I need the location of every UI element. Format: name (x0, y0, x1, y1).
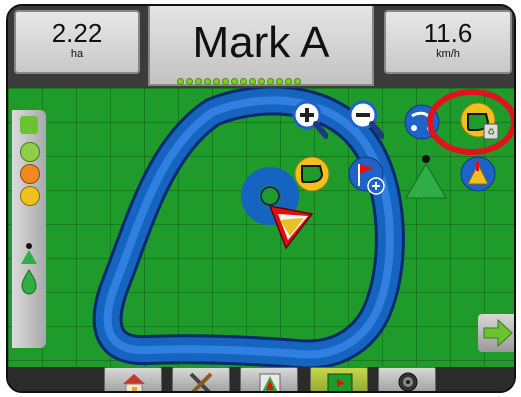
led (240, 78, 247, 85)
area-readout[interactable]: 2.22 ha (14, 10, 140, 74)
guidance-screen: ♻ 2.22 ha Mark A 11.6 km/h (6, 4, 516, 393)
led (258, 78, 265, 85)
zoom-in-button[interactable] (292, 100, 328, 139)
led (276, 78, 283, 85)
mark-a-button[interactable] (404, 154, 448, 200)
tab-tools[interactable] (172, 367, 230, 391)
section-icon[interactable] (20, 164, 40, 184)
mark-b-icon (460, 156, 496, 192)
home-icon (123, 374, 145, 391)
led (249, 78, 256, 85)
title-panel: Mark A (148, 6, 374, 86)
arrow-right-icon (483, 318, 513, 348)
led (186, 78, 193, 85)
bottom-tab-bar (8, 367, 514, 391)
boom-status-icon[interactable] (20, 142, 40, 162)
led (195, 78, 202, 85)
led (204, 78, 211, 85)
led (294, 78, 301, 85)
camera-icon (398, 372, 418, 391)
tab-guidance[interactable] (240, 367, 298, 391)
top-status-bar: 2.22 ha Mark A 11.6 km/h (8, 6, 514, 88)
mark-b-button[interactable] (460, 156, 496, 192)
guidance-icon (259, 373, 281, 391)
vehicle-icon (268, 205, 314, 250)
tab-home[interactable] (104, 367, 162, 391)
area-value: 2.22 (51, 18, 103, 48)
mark-a-icon (405, 155, 447, 199)
gps-signal-leds (176, 72, 302, 85)
zoom-out-icon (348, 100, 384, 139)
left-toolbar (12, 110, 46, 348)
tab-field-map[interactable] (310, 367, 368, 391)
boundary-icon (294, 156, 330, 192)
field-map-icon (327, 373, 353, 391)
boundary-button[interactable] (294, 156, 330, 192)
implement-icon[interactable] (20, 116, 38, 134)
led (213, 78, 220, 85)
tools-icon (189, 372, 213, 391)
led (177, 78, 184, 85)
speed-unit: km/h (436, 48, 460, 60)
highlight-circle (427, 89, 514, 155)
warning-icon[interactable] (20, 186, 40, 206)
zoom-in-icon (292, 100, 328, 139)
zoom-out-button[interactable] (348, 100, 384, 139)
led (222, 78, 229, 85)
mark-guidance-icon (21, 243, 37, 295)
speed-value: 11.6 (423, 18, 473, 48)
add-marker-icon (348, 156, 385, 195)
speed-readout[interactable]: 11.6 km/h (384, 10, 512, 74)
led (267, 78, 274, 85)
area-unit: ha (70, 48, 84, 60)
tab-camera[interactable] (378, 367, 436, 391)
add-marker-button[interactable] (348, 156, 385, 195)
field-map[interactable]: ♻ (8, 88, 514, 367)
led (285, 78, 292, 85)
led (231, 78, 238, 85)
page-title: Mark A (192, 18, 330, 67)
next-page-button[interactable] (478, 314, 514, 352)
